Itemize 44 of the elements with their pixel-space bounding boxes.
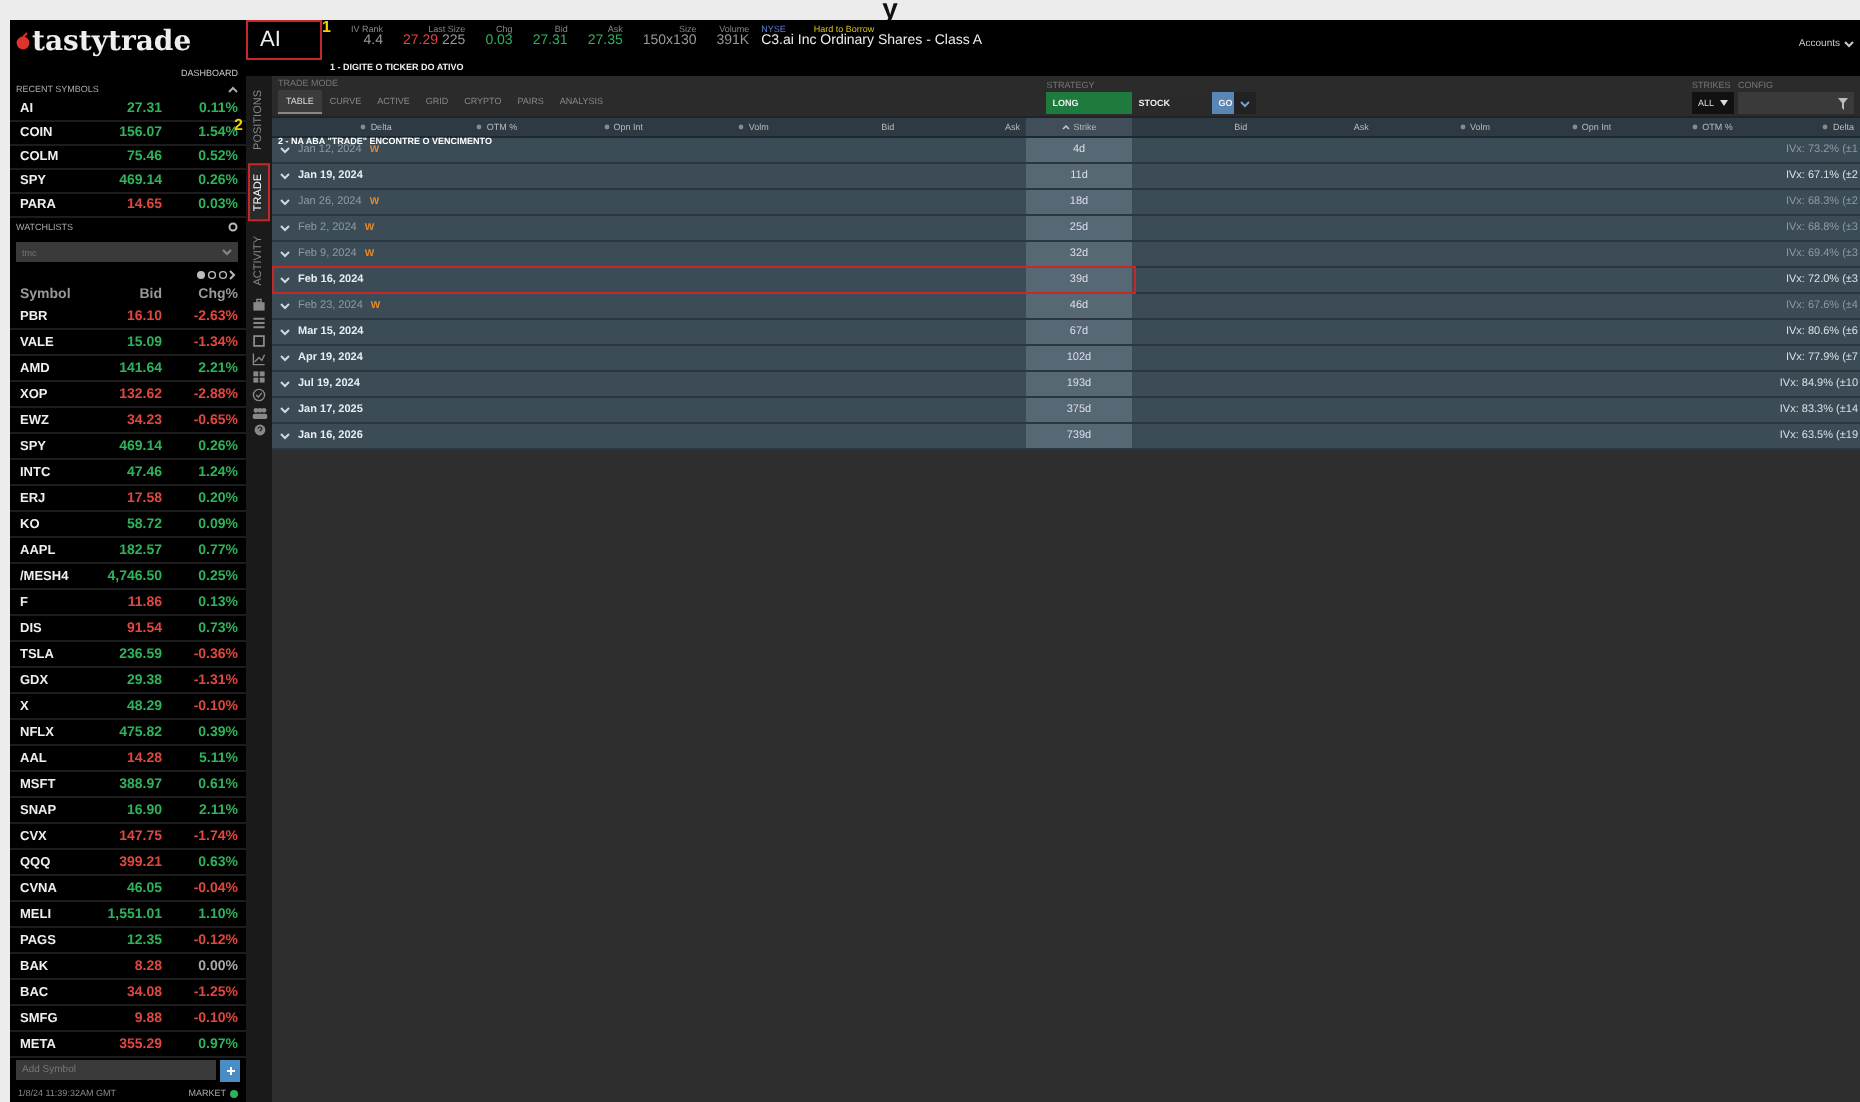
step-number: 2	[234, 116, 243, 134]
chevron-icon	[1844, 40, 1854, 48]
chart-icon[interactable]	[252, 352, 266, 367]
grid-icon[interactable]	[252, 370, 266, 385]
chevron-icon	[280, 432, 290, 440]
step-number: 1	[322, 20, 331, 36]
status-dot	[230, 1089, 238, 1098]
chevron-icon	[280, 302, 290, 310]
help-icon[interactable]	[253, 424, 265, 437]
circle-icon	[603, 124, 610, 130]
chevron-icon	[280, 250, 290, 258]
square-icon[interactable]	[252, 334, 266, 349]
logo: tastytrade	[10, 20, 246, 64]
circle-icon	[360, 124, 367, 130]
chevron-icon	[222, 248, 232, 257]
add-button[interactable]	[220, 1060, 240, 1083]
circle-icon	[738, 124, 745, 130]
chevron-icon	[280, 198, 290, 206]
chevron-icon	[280, 354, 290, 362]
chevron-icon	[280, 328, 290, 336]
caret-icon	[1720, 100, 1729, 106]
page-dots-icon[interactable]	[196, 270, 236, 281]
circle-icon	[1459, 124, 1466, 130]
list-icon[interactable]	[252, 316, 266, 331]
chevron-icon	[280, 146, 290, 154]
chevron-icon	[280, 380, 290, 388]
circle-icon	[1571, 124, 1578, 130]
chevron-icon	[228, 85, 238, 94]
chevron-icon	[280, 224, 290, 232]
strategy-dropdown[interactable]	[1234, 92, 1257, 114]
filter-icon	[1838, 97, 1849, 109]
circle-icon	[1822, 124, 1829, 130]
chevron-icon	[1240, 99, 1251, 107]
cherry-icon	[16, 32, 30, 51]
chevron-icon	[280, 172, 290, 180]
chevron-icon	[280, 276, 290, 284]
ticker-field[interactable]: AI	[246, 20, 322, 60]
chevron-icon	[280, 406, 290, 414]
check-circle-icon[interactable]	[252, 388, 266, 403]
people-icon[interactable]	[251, 406, 267, 421]
circle-icon	[476, 124, 483, 130]
plus-icon	[225, 1066, 235, 1077]
circle-icon	[1692, 124, 1699, 130]
briefcase-icon[interactable]	[252, 298, 266, 313]
